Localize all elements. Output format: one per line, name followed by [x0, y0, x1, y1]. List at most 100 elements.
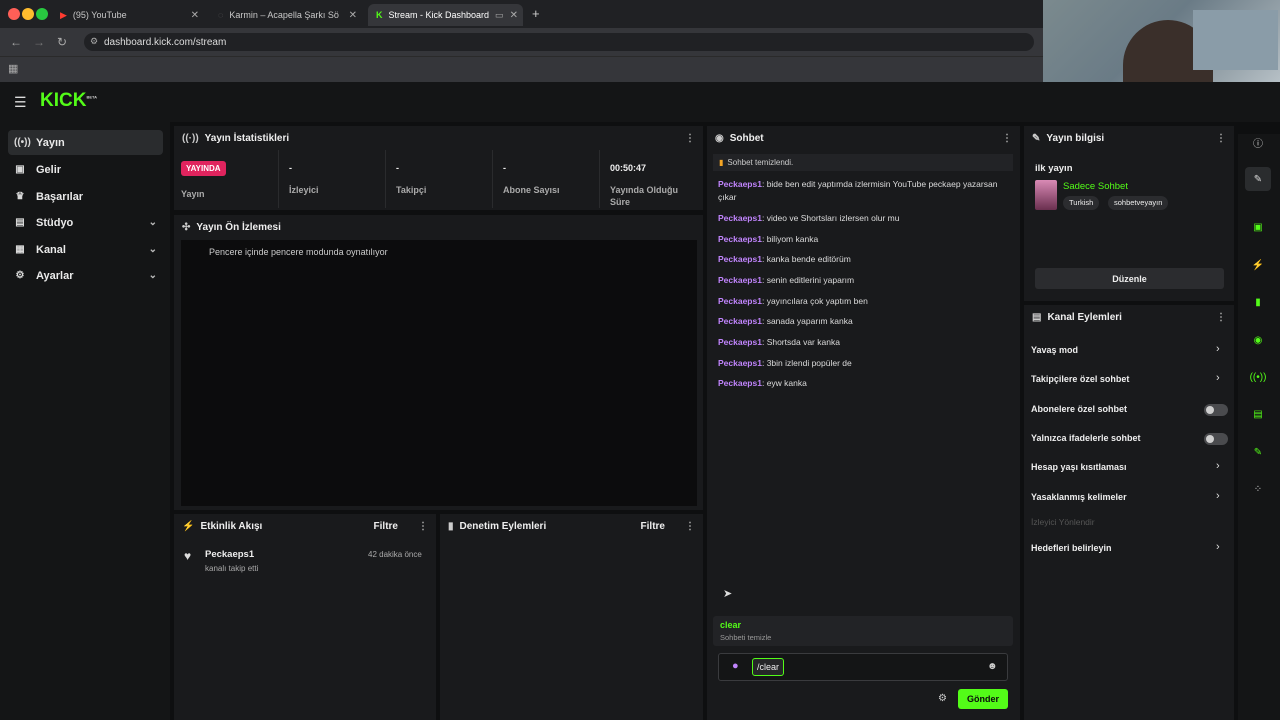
channel-actions-widget-icon[interactable]: ▤ [1245, 402, 1271, 426]
minimize-window-button[interactable] [22, 8, 34, 20]
microphone-icon[interactable]: ● [732, 660, 739, 672]
chat-text: 3bin izlendi popüler de [766, 358, 852, 368]
studio-icon: ▤ [15, 217, 25, 228]
back-icon[interactable]: ← [10, 35, 22, 49]
category-link[interactable]: Sadece Sohbet [1063, 181, 1128, 192]
chat-username[interactable]: Peckaeps1 [718, 254, 762, 264]
browser-tab-karmin[interactable]: ◌ Karmin – Acapella Şarkı Sözle ✕ [210, 4, 365, 26]
forward-icon[interactable]: → [33, 35, 45, 49]
browser-tab-kick[interactable]: K Stream - Kick Dashboard ▭ ✕ [368, 4, 523, 26]
shield-icon: ▮ [448, 520, 454, 532]
tag-chip[interactable]: sohbetveyayın [1108, 196, 1169, 210]
sidebar-item-gelir[interactable]: ▣ Gelir [8, 157, 163, 182]
chat-message[interactable]: Peckaeps1: sanada yaparım kanka [718, 315, 998, 328]
chat-username[interactable]: Peckaeps1 [718, 316, 762, 326]
broadcast-widget-icon[interactable]: ((•)) [1245, 365, 1271, 389]
reload-icon[interactable]: ↻ [57, 35, 67, 49]
chat-username[interactable]: Peckaeps1 [718, 337, 762, 347]
sidebar-item-studyo[interactable]: ▤ Stüdyo ⌄ [8, 210, 163, 235]
chat-input-box[interactable]: ● /clear ☻ [718, 653, 1008, 681]
subscribers-only-row: Abonelere özel sohbet [1031, 404, 1128, 414]
followers-only-row[interactable]: Takipçilere özel sohbet [1031, 374, 1129, 384]
sidebar-item-ayarlar[interactable]: ⚙ Ayarlar ⌄ [8, 263, 163, 288]
chat-username[interactable]: Peckaeps1 [718, 234, 762, 244]
moderation-widget-icon[interactable]: ▮ [1245, 290, 1271, 314]
close-tab-icon[interactable]: ✕ [349, 10, 357, 21]
chevron-right-icon[interactable]: › [1216, 541, 1220, 553]
chevron-right-icon[interactable]: › [1216, 460, 1220, 472]
more-options-icon[interactable]: ⋮ [1002, 133, 1012, 144]
chevron-right-icon[interactable]: › [1216, 372, 1220, 384]
chat-message[interactable]: Peckaeps1: video ve Shortsları izlersen … [718, 212, 998, 225]
chat-message[interactable]: Peckaeps1: kanka bende editörüm [718, 253, 998, 266]
filter-button[interactable]: Filtre [641, 521, 665, 532]
mouse-cursor-icon: ➤ [723, 588, 733, 600]
chat-message[interactable]: Peckaeps1: biliyom kanka [718, 233, 998, 246]
chat-message[interactable]: Peckaeps1: 3bin izlendi popüler de [718, 357, 998, 370]
emotes-only-toggle[interactable] [1204, 433, 1228, 445]
moderation-header: ▮ Denetim Eylemleri Filtre ⋮ [440, 514, 703, 538]
account-age-row[interactable]: Hesap yaşı kısıtlaması [1031, 462, 1127, 472]
chat-message[interactable]: Peckaeps1: eyw kanka [718, 377, 998, 390]
chat-username[interactable]: Peckaeps1 [718, 275, 762, 285]
sidebar-item-label: Başarılar [36, 190, 84, 203]
tag-chip[interactable]: Turkish [1063, 196, 1100, 210]
set-goals-row[interactable]: Hedefleri belirleyin [1031, 543, 1112, 553]
kick-logo[interactable]: KICKBETA [40, 90, 97, 112]
sidebar-item-basarilar[interactable]: ♛ Başarılar [8, 184, 163, 209]
cast-icon[interactable]: ▭ [495, 10, 504, 21]
chat-username[interactable]: Peckaeps1 [718, 296, 762, 306]
video-player[interactable]: Pencere içinde pencere modunda oynatılıy… [181, 240, 697, 506]
chat-widget-icon[interactable]: ◉ [1245, 328, 1271, 352]
hamburger-menu-icon[interactable]: ☰ [14, 94, 27, 111]
stream-title: ilk yayın [1035, 163, 1073, 174]
stats-widget-icon[interactable]: ▣ [1245, 215, 1271, 239]
chat-message[interactable]: Peckaeps1: Shortsda var kanka [718, 336, 998, 349]
more-widgets-icon[interactable]: ⁘ [1245, 477, 1271, 501]
more-options-icon[interactable]: ⋮ [685, 133, 695, 144]
apps-grid-icon[interactable]: ▦ [8, 62, 18, 75]
chat-message[interactable]: Peckaeps1: yayıncılara çok yaptım ben [718, 295, 998, 308]
sidebar-item-yayin[interactable]: ((•)) Yayın [8, 130, 163, 155]
new-tab-icon[interactable]: + [532, 6, 540, 21]
stat-subscribers: - Abone Sayısı [492, 150, 598, 208]
chat-input[interactable]: /clear [752, 658, 785, 676]
emoji-icon[interactable]: ☻ [987, 661, 998, 672]
send-button[interactable]: Gönder [958, 689, 1008, 709]
site-info-icon[interactable]: ⚙ [90, 36, 98, 47]
edit-button[interactable]: Düzenle [1035, 268, 1224, 289]
slow-mode-row[interactable]: Yavaş mod [1031, 345, 1078, 355]
wrench-widget-icon[interactable]: ✎ [1245, 440, 1271, 464]
edit-layout-icon[interactable]: ✎ [1245, 167, 1271, 191]
chat-message[interactable]: Peckaeps1: senin editlerini yaparım [718, 274, 998, 287]
panel-title: Etkinlik Akışı [200, 520, 263, 532]
filter-button[interactable]: Filtre [374, 521, 398, 532]
chat-username[interactable]: Peckaeps1 [718, 213, 762, 223]
more-options-icon[interactable]: ⋮ [1216, 312, 1226, 323]
chat-message[interactable]: Peckaeps1: bide ben edit yaptımda izlerm… [718, 178, 998, 204]
command-suggestion[interactable]: clear Sohbeti temizle [713, 616, 1013, 646]
close-tab-icon[interactable]: ✕ [510, 10, 518, 21]
banned-words-row[interactable]: Yasaklanmış kelimeler [1031, 492, 1127, 502]
youtube-icon: ▶ [60, 9, 67, 20]
chat-settings-icon[interactable]: ⚙ [938, 693, 947, 704]
info-icon[interactable]: ⓘ [1253, 135, 1263, 150]
url-text: dashboard.kick.com/stream [104, 36, 227, 48]
activity-widget-icon[interactable]: ⚡ [1245, 253, 1271, 277]
chevron-right-icon[interactable]: › [1216, 490, 1220, 502]
browser-tab-youtube[interactable]: ▶ (95) YouTube ✕ [52, 4, 207, 26]
more-options-icon[interactable]: ⋮ [418, 521, 428, 532]
more-options-icon[interactable]: ⋮ [685, 521, 695, 532]
chevron-right-icon[interactable]: › [1216, 343, 1220, 355]
chat-username[interactable]: Peckaeps1 [718, 378, 762, 388]
activity-user[interactable]: Peckaeps1 [205, 549, 254, 560]
maximize-window-button[interactable] [36, 8, 48, 20]
sidebar-item-kanal[interactable]: ▦ Kanal ⌄ [8, 237, 163, 262]
more-options-icon[interactable]: ⋮ [1216, 133, 1226, 144]
chat-username[interactable]: Peckaeps1 [718, 358, 762, 368]
chat-username[interactable]: Peckaeps1 [718, 179, 762, 189]
url-input[interactable]: dashboard.kick.com/stream [84, 33, 1034, 51]
close-tab-icon[interactable]: ✕ [191, 10, 199, 21]
close-window-button[interactable] [8, 8, 20, 20]
subscribers-only-toggle[interactable] [1204, 404, 1228, 416]
